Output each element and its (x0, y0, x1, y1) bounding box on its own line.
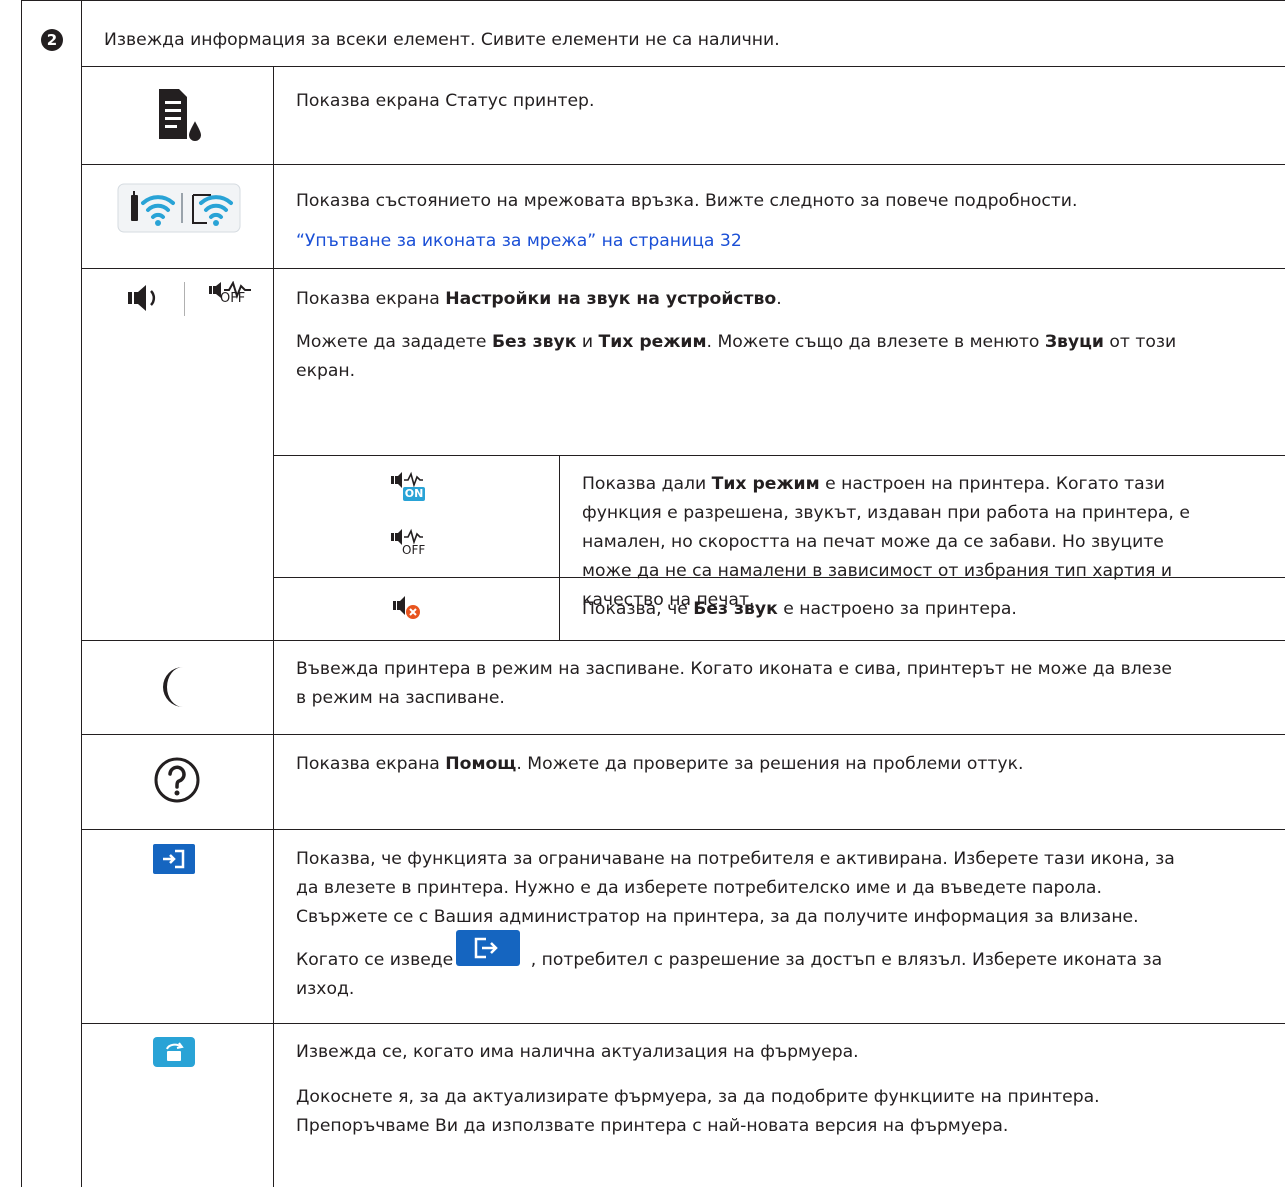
table-border-col1 (81, 0, 82, 1187)
quiet-mode-line2: функция е разрешена, звукът, издаван при… (582, 503, 1190, 523)
row-divider (81, 1023, 1285, 1024)
login-row-line4: Когато се изведе , потребител с разрешен… (296, 950, 1163, 970)
callout-number-badge: 2 (41, 29, 63, 51)
table-border-col2 (273, 66, 274, 1187)
icon-separator (184, 282, 185, 316)
sound-row-line3: екран. (296, 361, 356, 381)
quiet-mode-line1: Показва дали Тих режим е настроен на при… (582, 474, 1165, 494)
firmware-row-line2: Докоснете я, за да актуализирате фърмуер… (296, 1087, 1100, 1107)
network-wifi-icon (117, 183, 241, 233)
printer-status-ink-icon (159, 89, 204, 143)
row-divider (81, 734, 1285, 735)
row-divider (81, 829, 1285, 830)
quiet-on-badge: ON (403, 487, 425, 501)
speaker-icon (128, 285, 156, 311)
row-divider (273, 455, 1285, 456)
quiet-off-label: OFF (402, 543, 426, 557)
question-circle-icon (154, 757, 200, 803)
logout-icon (456, 930, 520, 966)
sleep-row-line1: Въвежда принтера в режим на заспиване. К… (296, 659, 1172, 679)
login-icon (153, 844, 195, 874)
firmware-row-line1: Извежда се, когато има налична актуализа… (296, 1042, 859, 1062)
quiet-off-label-top: OFF (220, 291, 246, 306)
table-border-inner (559, 455, 560, 640)
network-icon-guide-link[interactable]: “Упътване за иконата за мрежа” на страни… (296, 227, 742, 256)
login-row-line3: Свържете се с Вашия администратор на при… (296, 907, 1139, 927)
quiet-mode-line3: намален, но скоростта на печат може да с… (582, 532, 1164, 552)
mute-icon (393, 596, 420, 619)
sleep-row-line2: в режим на заспиване. (296, 688, 505, 708)
quiet-mode-line4: може да не са намалени в зависимост от и… (582, 561, 1173, 581)
header-text: Извежда информация за всеки елемент. Сив… (104, 30, 780, 50)
row-divider (81, 640, 1285, 641)
sound-row-line2: Можете да зададете Без звук и Тих режим.… (296, 332, 1177, 352)
row-divider (81, 164, 1285, 165)
row-divider (81, 268, 1285, 269)
help-row-text: Показва екрана Помощ. Можете да проверит… (296, 754, 1024, 774)
login-row-line1: Показва, че функцията за ограничаване на… (296, 849, 1175, 869)
table-border-top (21, 0, 1285, 1)
sound-row-line1: Показва екрана Настройки на звук на устр… (296, 289, 782, 309)
login-row-line2: да влезете в принтера. Нужно е да избере… (296, 878, 1102, 898)
login-row-line5: изход. (296, 979, 355, 999)
mute-row-text: Показва, че Без звук е настроено за прин… (582, 599, 1017, 619)
table-border-left (21, 0, 22, 1187)
firmware-update-icon (153, 1037, 195, 1067)
status-row-text: Показва екрана Статус принтер. (296, 91, 595, 111)
firmware-row-line3: Препоръчваме Ви да използвате принтера с… (296, 1116, 1009, 1136)
moon-icon (163, 667, 183, 707)
row-divider (81, 66, 1285, 67)
network-row-text: Показва състоянието на мрежовата връзка.… (296, 191, 1078, 211)
